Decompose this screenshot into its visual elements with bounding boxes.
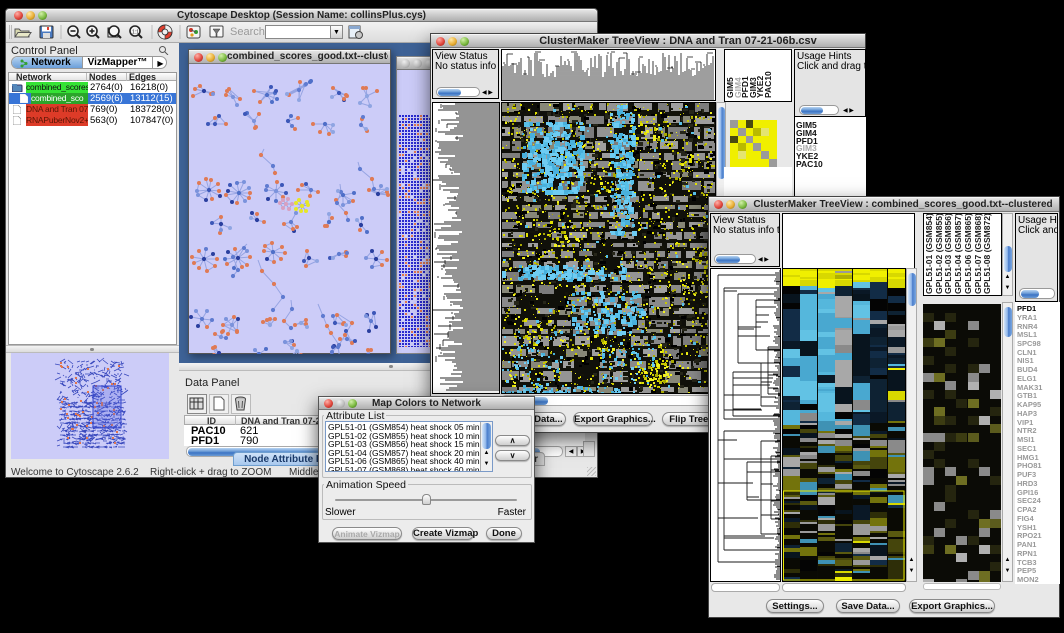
svg-text:1:1: 1:1 <box>132 30 139 36</box>
